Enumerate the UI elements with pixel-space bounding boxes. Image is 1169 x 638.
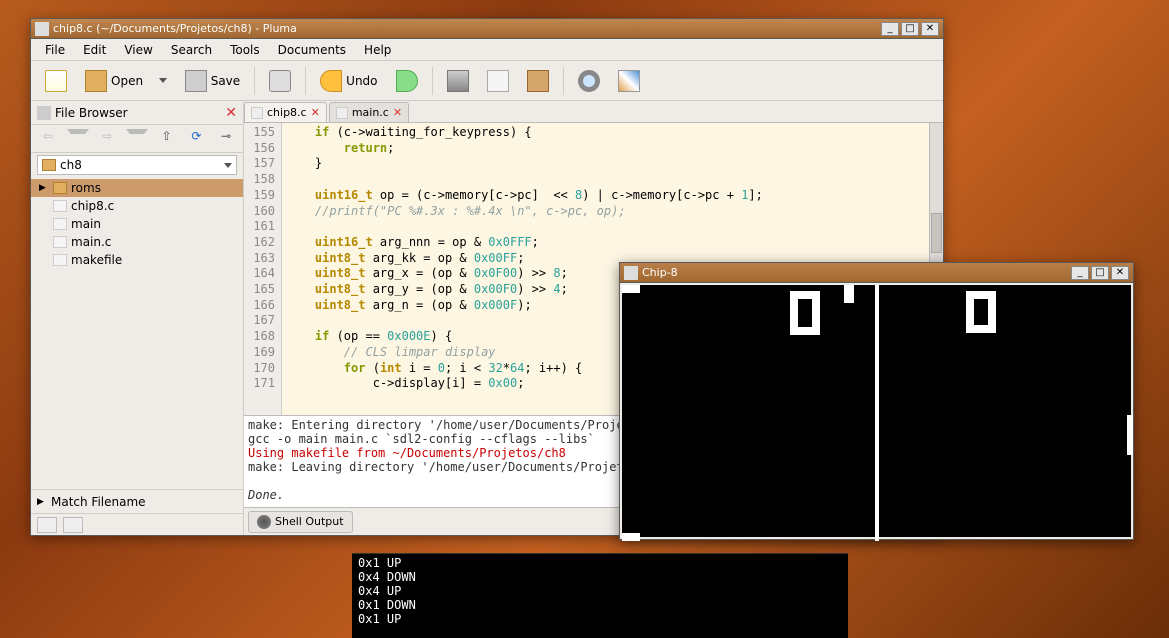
tab-close-icon[interactable]: ✕ — [393, 106, 402, 119]
menu-view[interactable]: View — [116, 41, 160, 59]
nav-up-icon[interactable]: ⇧ — [156, 129, 178, 149]
chip8-title: Chip-8 — [642, 266, 1069, 279]
nav-forward-icon[interactable]: ⇨ — [96, 129, 118, 149]
new-button[interactable] — [41, 68, 71, 94]
menu-file[interactable]: File — [37, 41, 73, 59]
chip8-window: Chip-8 _ □ ✕ — [619, 262, 1134, 540]
sidebar: File Browser ✕ ⇦ ⇨ ⇧ ⟳ ⊸ ch8 ▶romschip8.… — [31, 101, 244, 535]
cut-button[interactable] — [443, 68, 473, 94]
shell-output-tab[interactable]: Shell Output — [248, 511, 353, 533]
close-button[interactable]: ✕ — [921, 22, 939, 36]
save-button[interactable]: Save — [181, 68, 244, 94]
sidebar-title: File Browser — [55, 106, 128, 120]
chip8-titlebar[interactable]: Chip-8 _ □ ✕ — [620, 263, 1133, 283]
menu-tools[interactable]: Tools — [222, 41, 268, 59]
nav-extra-icon[interactable]: ⊸ — [215, 129, 237, 149]
editor-tab[interactable]: chip8.c ✕ — [244, 102, 327, 122]
maximize-button[interactable]: □ — [901, 22, 919, 36]
window-title: chip8.c (~/Documents/Projetos/ch8) - Plu… — [53, 22, 879, 35]
file-browser-icon — [37, 106, 51, 120]
file-tree-item[interactable]: makefile — [31, 251, 243, 269]
scrollbar-thumb[interactable] — [931, 213, 942, 253]
nav-fwd-menu[interactable] — [126, 129, 148, 149]
sidebar-close-icon[interactable]: ✕ — [225, 105, 237, 121]
app-icon — [35, 22, 49, 36]
sidebar-header: File Browser ✕ — [31, 101, 243, 125]
match-filename-row[interactable]: ▶Match Filename — [31, 489, 243, 513]
paste-button[interactable] — [523, 68, 553, 94]
menu-help[interactable]: Help — [356, 41, 399, 59]
sidebar-nav: ⇦ ⇨ ⇧ ⟳ ⊸ — [31, 125, 243, 153]
sidebar-btn-1[interactable] — [37, 517, 57, 533]
menu-documents[interactable]: Documents — [270, 41, 354, 59]
folder-icon — [42, 159, 56, 171]
pluma-titlebar[interactable]: chip8.c (~/Documents/Projetos/ch8) - Plu… — [31, 19, 943, 39]
chip8-close-button[interactable]: ✕ — [1111, 266, 1129, 280]
undo-button[interactable]: Undo — [316, 68, 381, 94]
terminal-output[interactable]: 0x1 UP 0x4 DOWN 0x4 UP 0x1 DOWN 0x1 UP — [352, 553, 848, 638]
line-gutter: 155 156 157 158 159 160 161 162 163 164 … — [244, 123, 282, 415]
print-button[interactable] — [265, 68, 295, 94]
refresh-icon[interactable]: ⟳ — [185, 129, 207, 149]
chip8-app-icon — [624, 266, 638, 280]
editor-tab[interactable]: main.c ✕ — [329, 102, 409, 122]
menu-edit[interactable]: Edit — [75, 41, 114, 59]
replace-button[interactable] — [614, 68, 644, 94]
menubar: FileEditViewSearchToolsDocumentsHelp — [31, 39, 943, 61]
redo-button[interactable] — [392, 68, 422, 94]
file-tree[interactable]: ▶romschip8.cmainmain.cmakefile — [31, 177, 243, 489]
open-button[interactable]: Open — [81, 68, 171, 94]
sidebar-btn-2[interactable] — [63, 517, 83, 533]
chip8-minimize-button[interactable]: _ — [1071, 266, 1089, 280]
file-tree-item[interactable]: ▶roms — [31, 179, 243, 197]
shell-icon — [257, 515, 271, 529]
chip8-display — [622, 285, 1131, 537]
file-tree-item[interactable]: main — [31, 215, 243, 233]
file-tree-item[interactable]: chip8.c — [31, 197, 243, 215]
location-bar[interactable]: ch8 — [31, 153, 243, 177]
minimize-button[interactable]: _ — [881, 22, 899, 36]
toolbar: Open Save Undo — [31, 61, 943, 101]
nav-back-icon[interactable]: ⇦ — [37, 129, 59, 149]
tab-close-icon[interactable]: ✕ — [311, 106, 320, 119]
editor-tabs: chip8.c ✕main.c ✕ — [244, 101, 943, 123]
find-button[interactable] — [574, 68, 604, 94]
sidebar-footer — [31, 513, 243, 535]
chip8-maximize-button[interactable]: □ — [1091, 266, 1109, 280]
copy-button[interactable] — [483, 68, 513, 94]
menu-search[interactable]: Search — [163, 41, 220, 59]
file-tree-item[interactable]: main.c — [31, 233, 243, 251]
nav-back-menu[interactable] — [67, 129, 89, 149]
